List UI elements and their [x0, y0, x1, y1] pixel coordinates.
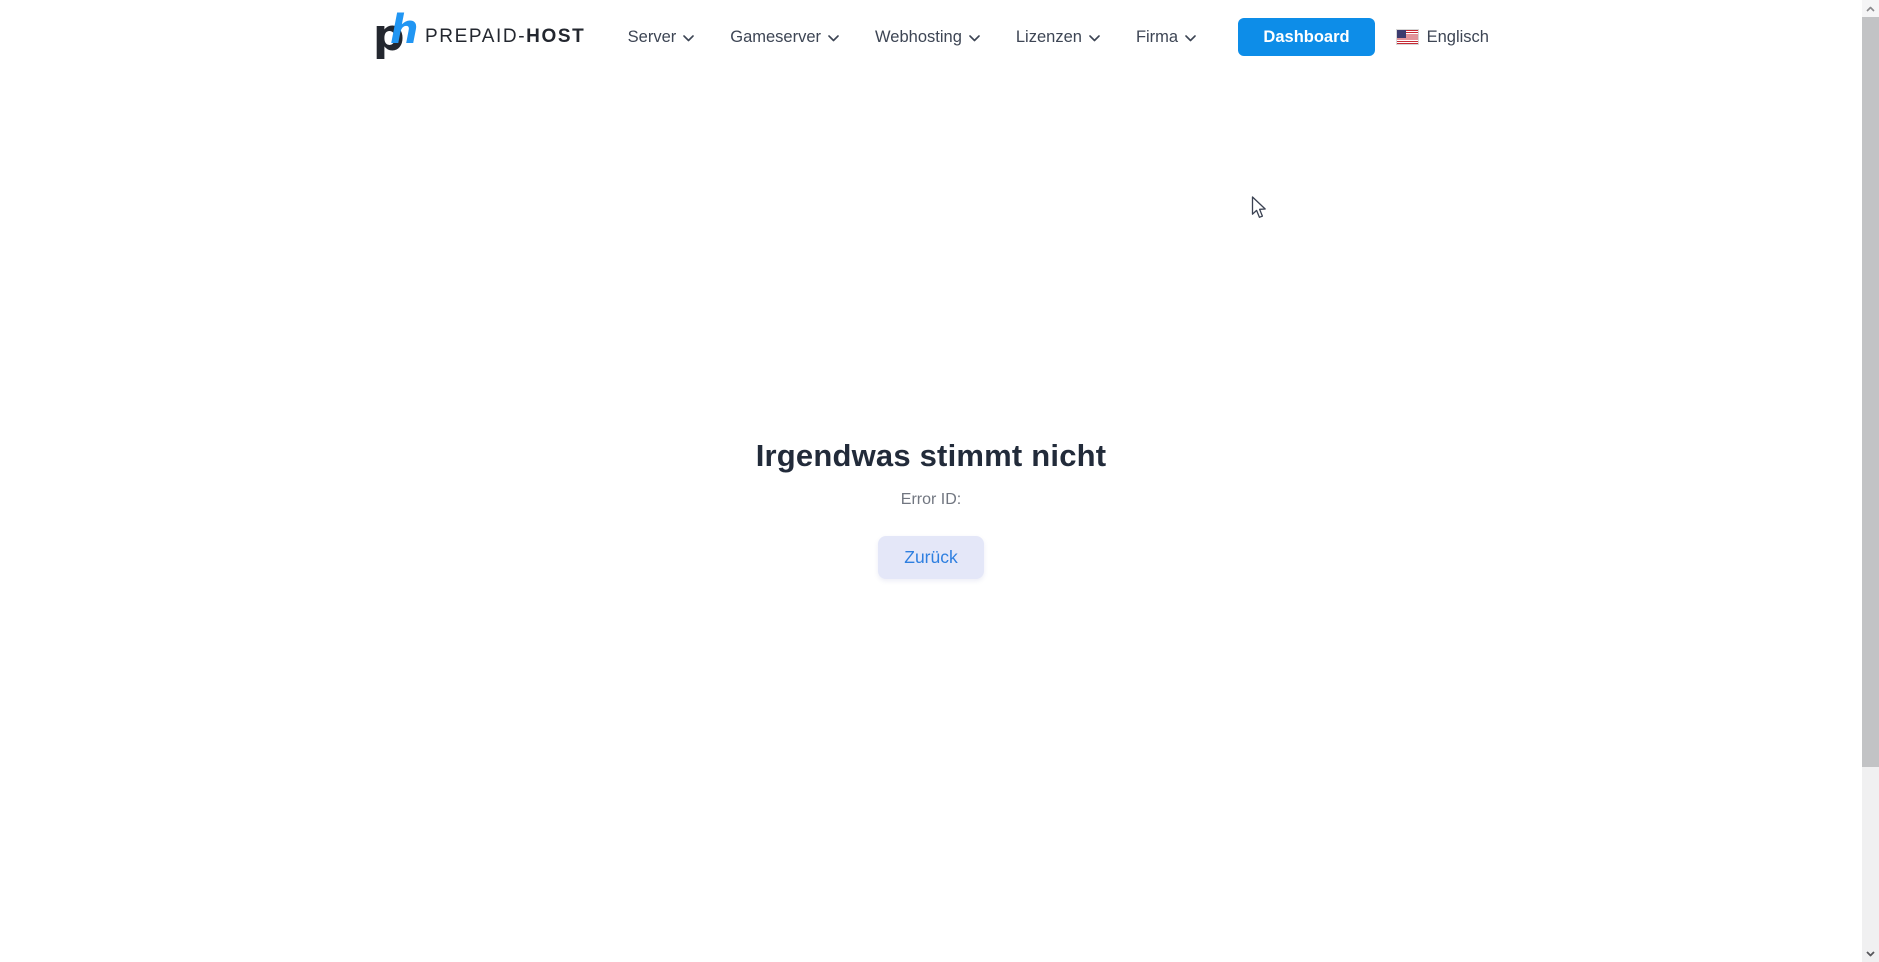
page-title: Irgendwas stimmt nicht [755, 438, 1107, 473]
scrollbar-thumb[interactable] [1862, 17, 1879, 767]
scrollbar-up-arrow[interactable] [1862, 0, 1879, 17]
chevron-down-icon [1866, 950, 1875, 956]
error-id-label: Error ID: [900, 491, 962, 508]
page-viewport: p h PREPAID-HOST Server Gameserver Webho… [0, 0, 1862, 962]
back-button[interactable]: Zurück [878, 536, 984, 579]
scrollbar-down-arrow[interactable] [1862, 945, 1879, 962]
chevron-up-icon [1866, 6, 1875, 12]
vertical-scrollbar[interactable] [1862, 0, 1879, 962]
error-content: Irgendwas stimmt nicht Error ID: Zurück [0, 0, 1862, 579]
